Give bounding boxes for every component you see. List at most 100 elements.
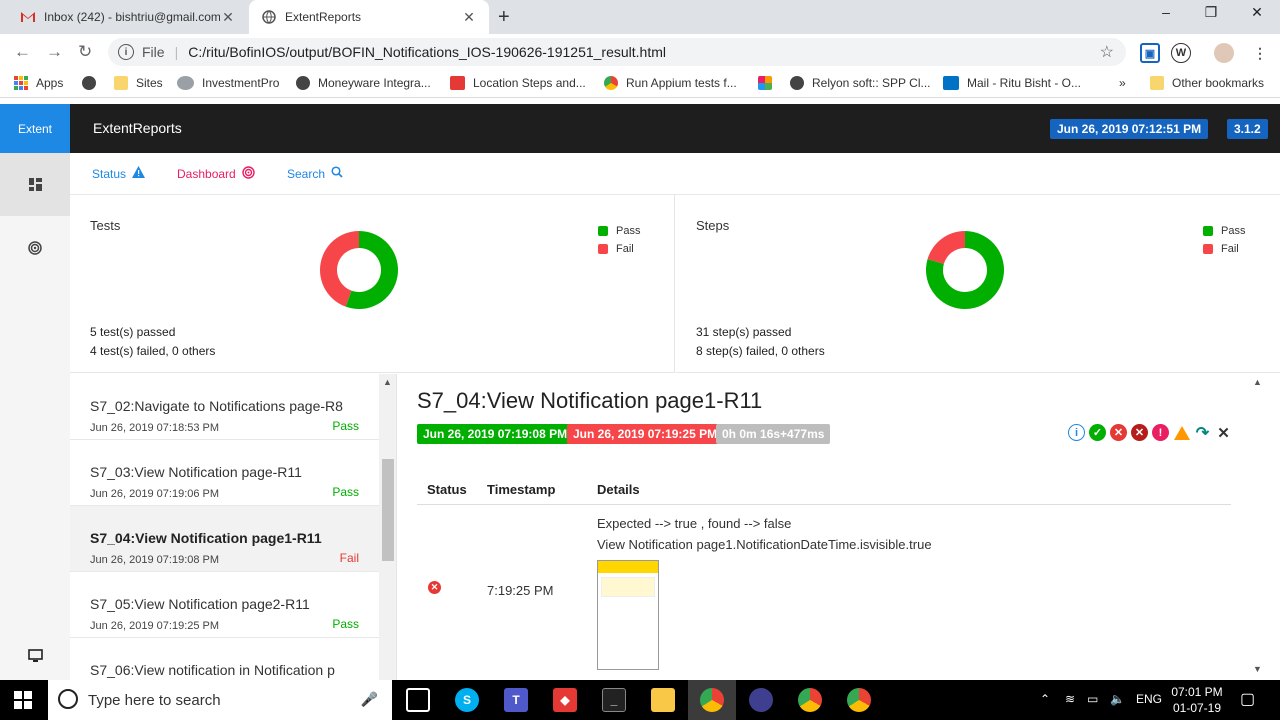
close-icon[interactable]: ✕ [220, 9, 236, 26]
notification-icon[interactable]: ▢ [1240, 689, 1255, 709]
bookmark-sites[interactable]: Sites [114, 76, 163, 90]
bookmark-apps[interactable]: Apps [14, 76, 63, 90]
windows-taskbar: Type here to search 🎤 S T ◆ _ ⌃ ≋ ▭ 🔈 EN… [0, 680, 1280, 720]
target-icon [242, 166, 255, 182]
bookmark-other-bookmarks[interactable]: Other bookmarks [1150, 76, 1264, 90]
list-item[interactable]: S7_03:View Notification page-R11 Jun 26,… [70, 440, 379, 506]
column-header: Details [597, 482, 640, 497]
back-arrow-icon[interactable]: ← [14, 42, 31, 62]
step-details-line: Expected --> true , found --> false [597, 516, 792, 531]
warning-filter-icon[interactable] [1173, 424, 1190, 441]
detail-scrollbar[interactable]: ▲ ▼ [1250, 374, 1266, 680]
list-item[interactable]: S7_06:View notification in Notification … [70, 638, 379, 680]
new-tab-button[interactable]: + [498, 6, 510, 29]
file-explorer-icon[interactable] [651, 688, 675, 712]
sidebar-item-tests[interactable] [0, 153, 70, 216]
test-time: Jun 26, 2019 07:19:25 PM [90, 620, 220, 632]
search-icon [331, 166, 343, 181]
forward-arrow-icon[interactable]: → [46, 42, 63, 62]
search-placeholder: Type here to search [88, 691, 221, 709]
maximize-button[interactable]: ❐ [1188, 4, 1234, 21]
terminal-icon[interactable]: _ [602, 688, 626, 712]
system-clock[interactable]: 07:01 PM 01-07-19 [1168, 684, 1226, 716]
bookmark-location-steps[interactable]: Location Steps and... [450, 76, 586, 90]
bookmark-globe[interactable] [82, 76, 104, 90]
skype-icon[interactable]: S [455, 688, 479, 712]
error-filter-icon[interactable]: ! [1152, 424, 1169, 441]
globe-icon [82, 76, 96, 90]
sidebar-item-dashboard[interactable] [0, 216, 70, 279]
test-time: Jun 26, 2019 07:18:53 PM [90, 422, 220, 434]
teams-icon[interactable]: T [504, 688, 528, 712]
language-indicator[interactable]: ENG [1136, 692, 1162, 706]
bookmark-investmentpro[interactable]: InvestmentPro [177, 76, 279, 90]
chart-legend: Pass Fail [598, 222, 640, 258]
bookmark-run-appium[interactable]: Run Appium tests f... [604, 76, 737, 90]
close-icon[interactable]: ✕ [461, 9, 477, 26]
tab-label: Search [287, 166, 326, 181]
screenshot-thumbnail[interactable] [597, 560, 659, 670]
folder-icon [1150, 76, 1164, 90]
chrome-icon[interactable] [847, 688, 871, 712]
fail-filter-icon[interactable]: ✕ [1110, 424, 1127, 441]
gmail-icon [20, 9, 36, 25]
tab-search[interactable]: Search [287, 166, 343, 181]
list-item[interactable]: S7_02:Navigate to Notifications page-R8 … [70, 374, 379, 440]
clear-filter-icon[interactable]: ✕ [1215, 424, 1232, 442]
volume-icon[interactable]: 🔈 [1110, 692, 1125, 706]
chrome-icon[interactable] [798, 688, 822, 712]
chevron-up-icon[interactable]: ⌃ [1040, 692, 1050, 706]
url-text[interactable]: C:/ritu/BofinIOS/output/BOFIN_Notificati… [188, 44, 666, 60]
battery-icon[interactable]: ▭ [1087, 692, 1098, 706]
scroll-up-icon[interactable]: ▲ [383, 377, 392, 387]
tab-dashboard[interactable]: Dashboard [177, 166, 255, 182]
task-view-icon[interactable] [406, 688, 430, 712]
pass-filter-icon[interactable]: ✓ [1089, 424, 1106, 441]
info-icon[interactable]: i [118, 44, 134, 60]
list-item[interactable]: S7_04:View Notification page1-R11 Jun 26… [70, 506, 379, 572]
test-name: S7_06:View notification in Notification … [90, 662, 335, 678]
scroll-thumb[interactable] [382, 459, 394, 561]
tab-gmail[interactable]: Inbox (242) - bishtriu@gmail.com ✕ [8, 0, 248, 34]
bookmarks-overflow-button[interactable]: » [1119, 76, 1126, 90]
eclipse-icon[interactable] [749, 688, 773, 712]
skip-filter-icon[interactable]: ↷ [1194, 424, 1211, 442]
menu-kebab-icon[interactable]: ⋮ [1250, 43, 1270, 63]
wifi-icon[interactable]: ≋ [1065, 692, 1075, 706]
fail-status-icon: ✕ [428, 581, 441, 594]
list-item[interactable]: S7_05:View Notification page2-R11 Jun 26… [70, 572, 379, 638]
sidebar-item-environment[interactable] [0, 624, 70, 687]
chrome-icon[interactable] [700, 688, 724, 712]
profile-w-icon[interactable]: W [1171, 43, 1191, 63]
bookmark-moneyware[interactable]: Moneyware Integra... [296, 76, 431, 90]
status-filters: i ✓ ✕ ✕ ! ↷ ✕ [1068, 424, 1236, 442]
address-bar[interactable]: i File | C:/ritu/BofinIOS/output/BOFIN_N… [108, 38, 1126, 66]
info-filter-icon[interactable]: i [1068, 424, 1085, 441]
step-details-line: View Notification page1.NotificationDate… [597, 537, 932, 552]
windows-start-icon[interactable] [14, 691, 32, 709]
test-list-scrollbar[interactable]: ▲ [379, 374, 396, 680]
brand-logo[interactable]: Extent [0, 104, 70, 153]
bookmark-relyon[interactable]: Relyon soft:: SPP Cl... [790, 76, 931, 90]
scroll-down-icon[interactable]: ▼ [1253, 664, 1262, 674]
tab-status[interactable]: Status [92, 166, 146, 181]
taskbar-search-input[interactable]: Type here to search 🎤 [48, 680, 392, 720]
side-nav [0, 153, 70, 680]
bookmark-mail-outlook[interactable]: Mail - Ritu Bisht - O... [943, 76, 1081, 90]
app-header: Extent ExtentReports Jun 26, 2019 07:12:… [0, 104, 1280, 153]
microphone-icon[interactable]: 🎤 [361, 691, 378, 708]
steps-donut-chart [926, 231, 1004, 309]
anydesk-icon[interactable]: ◆ [553, 688, 577, 712]
scroll-up-icon[interactable]: ▲ [1253, 377, 1262, 387]
window-close-button[interactable]: ✕ [1234, 4, 1280, 21]
test-name: S7_02:Navigate to Notifications page-R8 [90, 398, 343, 414]
extension-icon[interactable]: ▣ [1140, 43, 1160, 63]
legend-item-fail: Fail [598, 240, 640, 258]
fatal-filter-icon[interactable]: ✕ [1131, 424, 1148, 441]
tab-extentreports[interactable]: ExtentReports ✕ [249, 0, 489, 34]
avatar[interactable] [1214, 43, 1234, 63]
minimize-button[interactable]: – [1143, 4, 1189, 20]
bookmark-star-icon[interactable]: ☆ [1100, 42, 1114, 62]
reload-icon[interactable]: ↻ [78, 42, 92, 62]
bookmark-pinwheel[interactable] [758, 76, 780, 90]
